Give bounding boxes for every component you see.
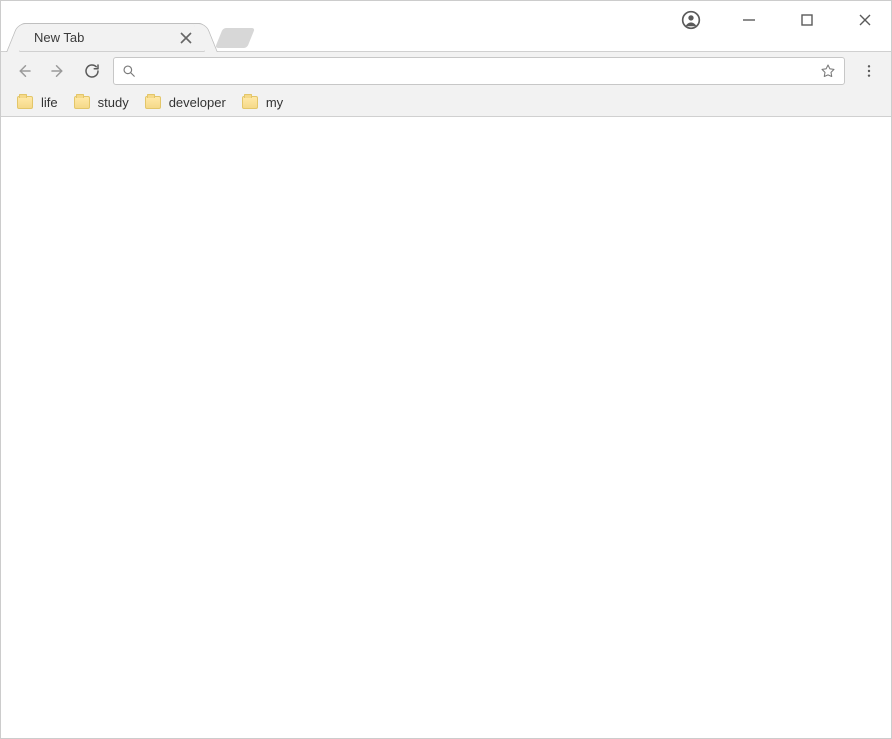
browser-window: New Tab [0,0,892,739]
profile-button[interactable] [671,5,711,35]
bookmark-label: developer [169,95,226,110]
back-button[interactable] [11,58,37,84]
kebab-icon [861,63,877,79]
bookmark-label: study [98,95,129,110]
bookmark-folder-developer[interactable]: developer [145,95,226,110]
bookmark-star-button[interactable] [820,63,836,79]
folder-icon [17,96,33,109]
folder-icon [145,96,161,109]
tab-title: New Tab [34,30,178,45]
reload-icon [83,62,101,80]
bookmark-folder-study[interactable]: study [74,95,129,110]
close-icon [178,30,194,46]
close-icon [857,12,873,28]
folder-icon [74,96,90,109]
forward-button[interactable] [45,58,71,84]
close-window-button[interactable] [845,5,885,35]
toolbar [1,51,891,89]
bookmark-folder-life[interactable]: life [17,95,58,110]
tab-active[interactable]: New Tab [19,23,205,51]
reload-button[interactable] [79,58,105,84]
address-input[interactable] [144,63,812,78]
new-tab-button[interactable] [215,28,255,48]
arrow-left-icon [15,62,33,80]
menu-button[interactable] [857,58,881,84]
tab-strip-row: New Tab [1,1,891,51]
maximize-button[interactable] [787,5,827,35]
page-content [1,117,891,738]
bookmark-label: my [266,95,283,110]
close-tab-button[interactable] [178,30,194,46]
minimize-button[interactable] [729,5,769,35]
star-icon [820,63,836,79]
bookmark-label: life [41,95,58,110]
user-icon [681,10,701,30]
window-controls [671,5,885,35]
bookmarks-bar: life study developer my [1,89,891,117]
search-icon [122,64,136,78]
bookmark-folder-my[interactable]: my [242,95,283,110]
maximize-icon [799,12,815,28]
address-bar[interactable] [113,57,845,85]
folder-icon [242,96,258,109]
arrow-right-icon [49,62,67,80]
minimize-icon [741,12,757,28]
